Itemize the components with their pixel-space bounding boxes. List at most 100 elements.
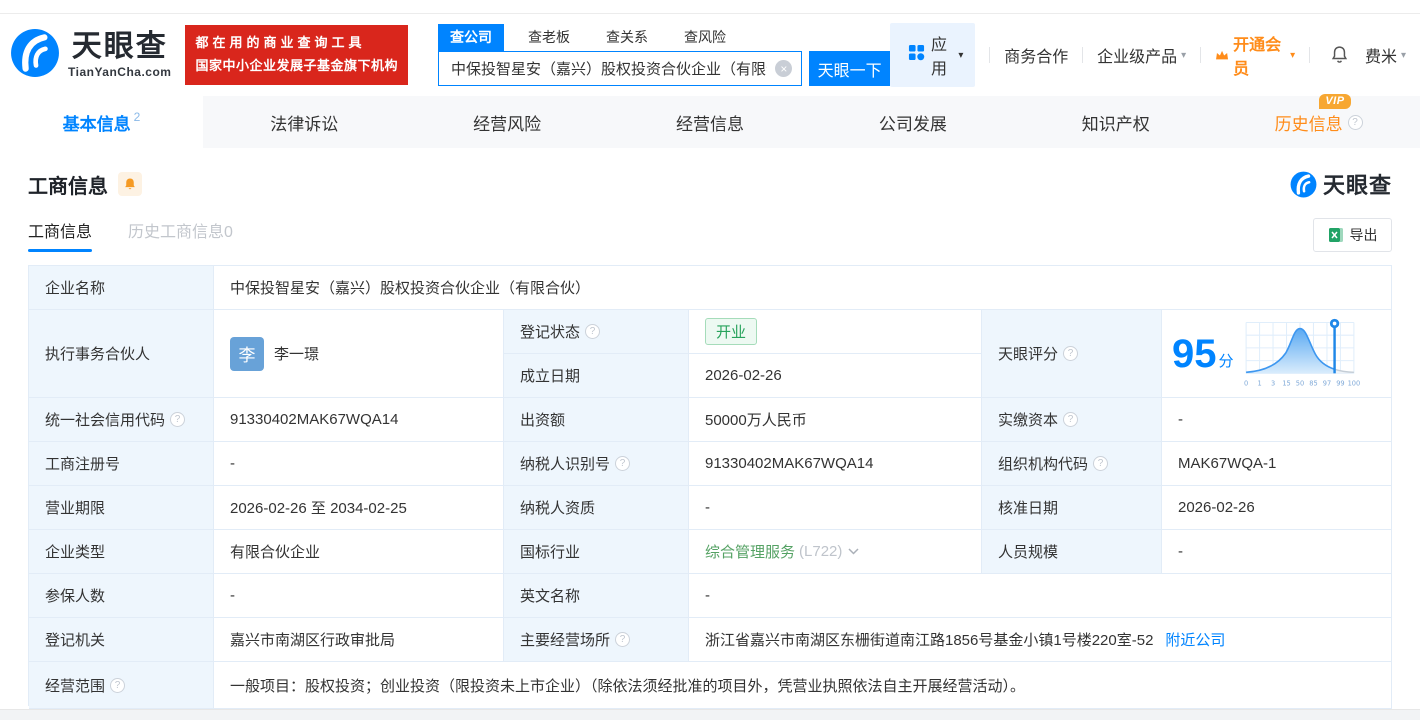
capital-label: 出资额: [504, 398, 689, 442]
tianyancha-watermark-text: 天眼查: [1322, 173, 1392, 198]
business-scope-value: 一般项目：股权投资；创业投资（限投资未上市企业）（除依法须经批准的项目外，凭营业…: [214, 662, 1392, 709]
svg-text:15: 15: [1282, 379, 1290, 387]
reg-authority-value: 嘉兴市南湖区行政审批局: [214, 618, 504, 662]
notification-bell-icon[interactable]: [1330, 45, 1349, 65]
executive-partner-label: 执行事务合伙人: [29, 310, 214, 398]
subtab-history-business-info[interactable]: 历史工商信息0: [128, 218, 233, 252]
tab-company-development-label: 公司发展: [878, 114, 947, 134]
export-button[interactable]: 导出: [1313, 218, 1392, 252]
help-icon[interactable]: ?: [585, 324, 601, 339]
english-name-label: 英文名称: [504, 574, 689, 618]
enterprise-products-label: 企业级产品: [1097, 49, 1178, 66]
tab-company-development[interactable]: 公司发展: [811, 96, 1014, 148]
business-term-label: 营业期限: [29, 486, 214, 530]
chevron-down-icon: ▾: [1401, 49, 1407, 61]
apps-menu[interactable]: 应用 ▾: [890, 23, 976, 87]
menu-divider: [1309, 47, 1310, 63]
score-label: 天眼评分 ?: [982, 310, 1162, 398]
taxpayer-quality-value: -: [689, 486, 982, 530]
help-icon[interactable]: ?: [1347, 114, 1363, 130]
tab-operating-risk-label: 经营风险: [473, 114, 542, 134]
svg-text:3: 3: [1270, 379, 1274, 387]
registration-status-value: 开业: [689, 310, 982, 354]
section-title: 工商信息: [28, 175, 108, 198]
svg-text:99: 99: [1336, 379, 1344, 387]
reg-number-label: 工商注册号: [29, 442, 214, 486]
company-type-value: 有限合伙企业: [214, 530, 504, 574]
brand-name: 天眼查: [71, 29, 168, 63]
search-block: 查公司 查老板 查关系 查风险 × 天眼一下: [438, 24, 890, 86]
score-cell: 95 分 0 1 3 15 50 85 97 99 100: [1162, 310, 1392, 398]
tab-operating-info-label: 经营信息: [676, 114, 744, 134]
apps-grid-icon: [908, 44, 925, 66]
industry-label: 国标行业: [504, 530, 689, 574]
registration-status-label: 登记状态 ?: [504, 310, 689, 354]
partner-name[interactable]: 李一璟: [274, 343, 319, 364]
open-vip-menu[interactable]: 开通会员 ▾: [1215, 31, 1295, 79]
enterprise-products-menu[interactable]: 企业级产品 ▾: [1097, 43, 1186, 67]
business-place-label: 主要经营场所 ?: [504, 618, 689, 662]
vip-badge: VIP: [1319, 93, 1351, 109]
help-icon[interactable]: ?: [170, 412, 186, 427]
search-input[interactable]: [438, 51, 803, 86]
tab-basic-info-count: 2: [133, 110, 141, 124]
svg-text:1: 1: [1257, 379, 1261, 387]
taxpayer-id-label: 纳税人识别号 ?: [504, 442, 689, 486]
user-account-menu[interactable]: 费米 ▾: [1365, 43, 1406, 67]
tab-intellectual-property[interactable]: 知识产权: [1014, 96, 1217, 148]
help-icon[interactable]: ?: [110, 677, 126, 693]
search-tab-company[interactable]: 查公司: [438, 24, 504, 51]
chevron-down-icon[interactable]: [848, 548, 859, 555]
partner-avatar[interactable]: 李: [230, 336, 264, 371]
tianyancha-watermark-icon: [1290, 171, 1317, 197]
promo-line2: 国家中小企业发展子基金旗下机构: [195, 58, 398, 73]
search-button[interactable]: 天眼一下: [809, 51, 890, 86]
search-tab-relation[interactable]: 查关系: [594, 24, 660, 51]
brand-domain: TianYanCha.com: [68, 64, 172, 79]
subscribe-bell-icon[interactable]: [118, 172, 142, 196]
tab-legal-proceedings[interactable]: 法律诉讼: [203, 96, 406, 148]
score-unit: 分: [1218, 353, 1234, 370]
main-content: 工商信息 天眼查 工商信息 历史工商信息0 导出 企业名称 中保投智星安（嘉兴）…: [0, 168, 1420, 709]
menu-divider: [1082, 47, 1084, 63]
insured-count-value: -: [214, 574, 504, 618]
tab-basic-info[interactable]: 基本信息 2: [0, 96, 203, 148]
tab-basic-info-label: 基本信息: [62, 114, 131, 134]
page-bottom-strip: [0, 709, 1420, 720]
industry-name[interactable]: 综合管理服务: [705, 541, 795, 562]
org-code-label-text: 组织机构代码: [998, 456, 1089, 473]
search-tab-risk[interactable]: 查风险: [672, 24, 738, 51]
staff-size-value: -: [1162, 530, 1392, 574]
industry-value: 综合管理服务 (L722): [689, 530, 982, 574]
business-scope-label: 经营范围 ?: [29, 662, 214, 709]
tab-history-info[interactable]: 历史信息 VIP ?: [1217, 93, 1420, 148]
search-tab-boss[interactable]: 查老板: [516, 24, 582, 51]
tab-operating-info[interactable]: 经营信息: [609, 96, 812, 148]
credit-code-label-text: 统一社会信用代码: [45, 412, 166, 429]
svg-text:100: 100: [1347, 379, 1359, 387]
crown-icon: [1216, 50, 1229, 59]
company-type-label: 企业类型: [29, 530, 214, 574]
paid-capital-label-text: 实缴资本: [998, 412, 1059, 429]
help-icon[interactable]: ?: [1063, 346, 1079, 361]
help-icon[interactable]: ?: [1063, 412, 1079, 427]
nearby-companies-link[interactable]: 附近公司: [1165, 629, 1225, 650]
industry-code: (L722): [799, 543, 843, 560]
business-cooperation-link[interactable]: 商务合作: [1004, 43, 1068, 67]
paid-capital-label: 实缴资本 ?: [982, 398, 1162, 442]
help-icon[interactable]: ?: [1093, 456, 1109, 471]
approval-date-value: 2026-02-26: [1162, 486, 1392, 530]
help-icon[interactable]: ?: [615, 456, 631, 471]
tianyancha-logo[interactable]: 天眼查 TianYanCha.com: [10, 28, 171, 83]
tianyancha-logo-icon: [10, 28, 60, 83]
subtab-business-info[interactable]: 工商信息: [28, 218, 93, 252]
taxpayer-id-label-text: 纳税人识别号: [520, 456, 611, 473]
promo-line1: 都在用的商业查询工具: [195, 35, 366, 51]
svg-text:50: 50: [1295, 379, 1303, 387]
business-place-label-text: 主要经营场所: [520, 632, 611, 649]
score-value: 95: [1172, 331, 1217, 376]
help-icon[interactable]: ?: [615, 632, 631, 647]
insured-count-label: 参保人数: [29, 574, 214, 618]
tab-operating-risk[interactable]: 经营风险: [406, 96, 609, 148]
establish-date-label: 成立日期: [504, 354, 689, 398]
